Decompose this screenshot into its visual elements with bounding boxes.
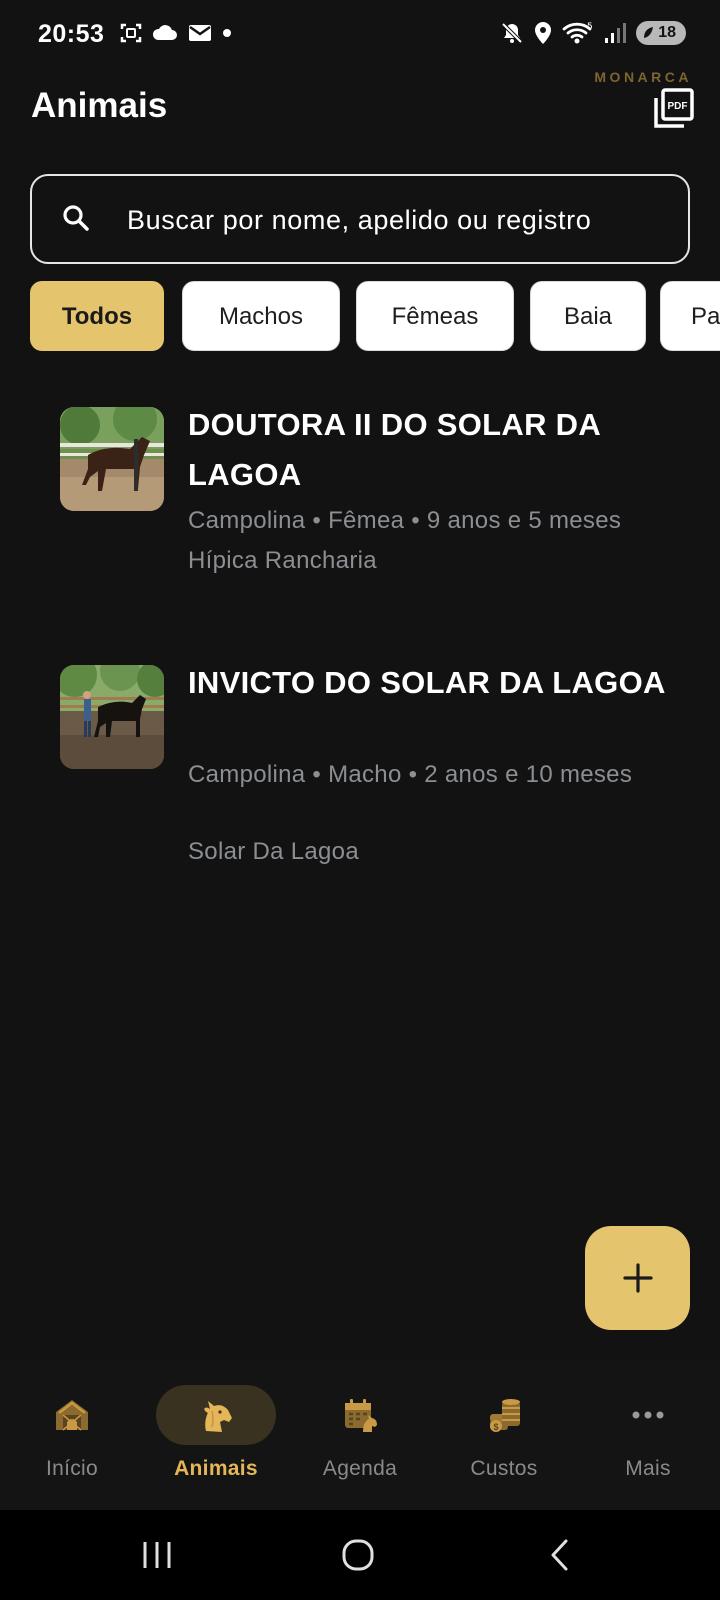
svg-text:5: 5 [587, 22, 593, 32]
wifi-icon: 5 [562, 22, 593, 44]
brand-label: MONARCA [594, 69, 692, 85]
search-box[interactable] [30, 174, 690, 264]
more-icon [632, 1411, 664, 1419]
pdf-icon: PDF [654, 88, 694, 128]
animal-photo [60, 665, 164, 769]
page-title: Animais [31, 86, 168, 125]
status-left-icons [120, 22, 232, 44]
status-right-icons: 5 18 [500, 20, 686, 46]
coins-icon: $ [490, 1399, 520, 1432]
horse-head-icon [204, 1401, 232, 1432]
animal-location: Hípica Rancharia [188, 547, 377, 574]
nav-icon-wrap [12, 1385, 132, 1445]
animal-photo [60, 407, 164, 511]
stable-icon [56, 1400, 88, 1431]
dot-icon [223, 29, 231, 37]
cloud-icon [152, 25, 177, 40]
filter-chip-todos[interactable]: Todos [30, 281, 164, 351]
nav-item-agenda[interactable]: Agenda [288, 1360, 432, 1510]
nav-icon-wrap: $ [444, 1385, 564, 1445]
battery-level: 18 [658, 24, 676, 41]
animal-location: Solar Da Lagoa [188, 838, 359, 865]
battery-saver-icon [644, 27, 654, 38]
back-icon [551, 1539, 568, 1571]
nav-item-mais[interactable]: Mais [576, 1360, 720, 1510]
nav-icon-wrap [588, 1385, 708, 1445]
filter-chip-femeas[interactable]: Fêmeas [356, 281, 514, 351]
nav-item-animais[interactable]: Animais [144, 1360, 288, 1510]
animal-list-item[interactable]: DOUTORA II DO SOLAR DA LAGOA Campolina •… [0, 400, 720, 600]
calendar-icon [345, 1399, 377, 1432]
nav-icon-wrap [300, 1385, 420, 1445]
nav-label: Custos [470, 1457, 538, 1480]
status-time: 20:53 [38, 20, 105, 48]
filter-chip-partial[interactable]: Pa [660, 281, 720, 351]
filter-chip-baia[interactable]: Baia [530, 281, 646, 351]
filter-chip-machos[interactable]: Machos [182, 281, 340, 351]
pdf-export-button[interactable]: PDF [652, 88, 694, 130]
animal-details: Campolina • Macho • 2 anos e 10 meses [188, 761, 633, 788]
nav-icon-wrap [156, 1385, 276, 1445]
add-animal-button[interactable] [585, 1226, 690, 1330]
animal-name: INVICTO DO SOLAR DA LAGOA [188, 665, 666, 700]
bottom-nav: Início Animais Agenda $ Custos Mais [0, 1360, 720, 1510]
nav-label: Início [46, 1457, 98, 1480]
search-icon [63, 205, 89, 231]
nav-label: Mais [625, 1457, 671, 1480]
mail-icon [189, 25, 211, 41]
animal-name: DOUTORA II DO SOLAR DA LAGOA [188, 407, 600, 492]
nav-label: Agenda [322, 1457, 398, 1480]
animal-details: Campolina • Fêmea • 9 anos e 5 meses [188, 507, 622, 534]
animal-list-item[interactable]: INVICTO DO SOLAR DA LAGOA Campolina • Ma… [0, 658, 720, 898]
location-icon [535, 22, 552, 44]
plus-icon [622, 1263, 653, 1293]
battery-indicator: 18 [636, 21, 686, 45]
pdf-icon-label: PDF [668, 101, 688, 112]
home-icon [342, 1539, 374, 1571]
nav-item-inicio[interactable]: Início [0, 1360, 144, 1510]
home-button[interactable] [328, 1530, 388, 1580]
status-bar: 20:53 5 18 [0, 0, 720, 68]
mute-icon [501, 22, 523, 44]
filter-chips: Todos Machos Fêmeas Baia Pa [30, 281, 720, 353]
svg-text:$: $ [493, 1422, 498, 1432]
search-input[interactable] [127, 198, 667, 242]
signal-icon [605, 23, 627, 43]
nav-label: Animais [174, 1457, 258, 1480]
recent-apps-button[interactable] [127, 1530, 187, 1580]
nav-item-custos[interactable]: $ Custos [432, 1360, 576, 1510]
system-nav-bar [0, 1510, 720, 1600]
back-button[interactable] [530, 1530, 590, 1580]
screenshot-icon [120, 23, 142, 43]
recent-apps-icon [143, 1542, 171, 1568]
